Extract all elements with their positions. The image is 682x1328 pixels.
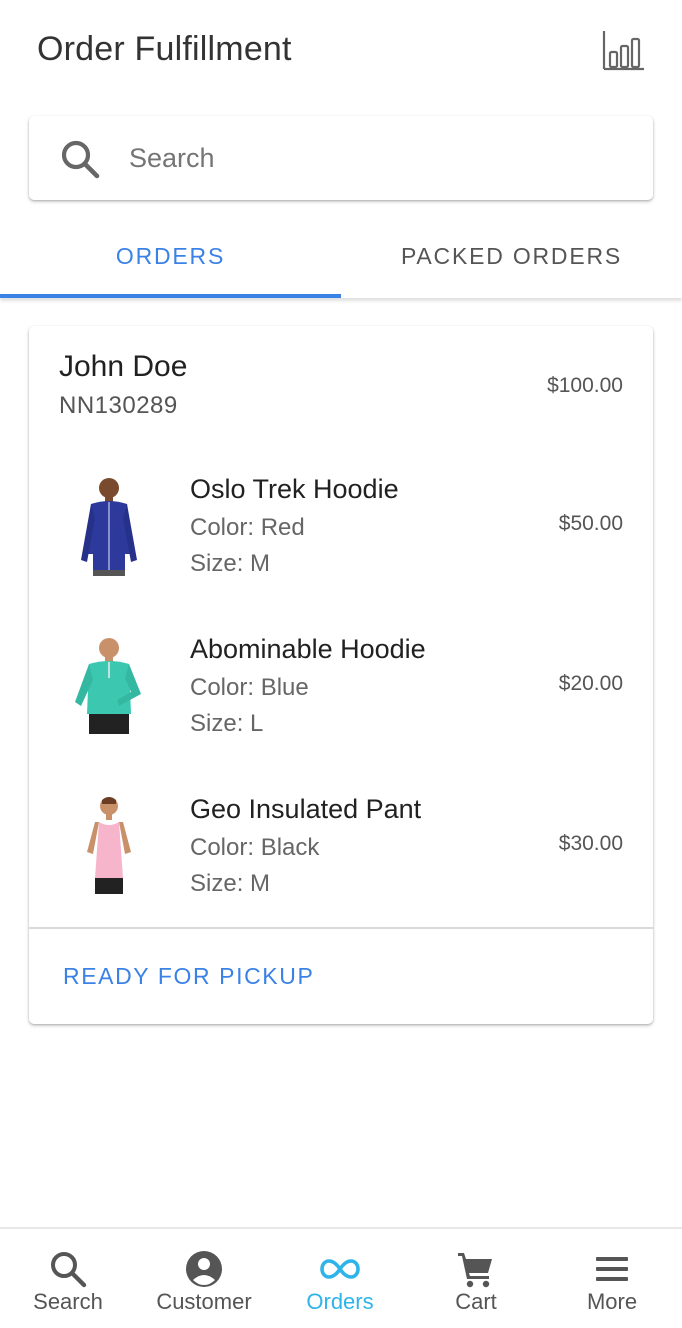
search-icon [51,1252,87,1288]
item-size: Size: L [190,710,264,737]
analytics-button[interactable] [600,28,646,74]
cart-icon [458,1253,492,1288]
item-size: Size: M [190,870,271,897]
item-size: Size: M [190,550,271,577]
item-color: Color: Black [190,834,320,861]
bottom-navigation: Search Customer Orders Cart More [0,1227,682,1328]
item-color: Color: Blue [190,674,309,701]
bar-chart-icon [602,31,644,71]
nav-label: Customer [156,1289,252,1314]
infinity-icon [320,1259,360,1279]
nav-label: Search [33,1289,103,1314]
order-item: Geo Insulated Pant Color: Black Size: M … [29,794,653,954]
search-input[interactable] [129,116,629,200]
account-circle-icon [186,1251,222,1287]
card-divider [29,927,653,929]
order-id: NN130289 [59,392,178,419]
item-name: Oslo Trek Hoodie [190,474,399,504]
nav-label: More [586,1289,638,1314]
nav-label: Orders [306,1289,374,1314]
nav-cart[interactable]: Cart [408,1229,544,1328]
product-thumbnail [87,797,131,894]
item-name: Geo Insulated Pant [190,794,422,824]
item-price: $30.00 [558,832,623,855]
nav-search[interactable]: Search [0,1229,136,1328]
item-name: Abominable Hoodie [190,634,426,664]
order-total: $100.00 [547,374,623,397]
active-tab-indicator [0,294,341,298]
menu-icon [596,1257,628,1281]
order-item: Abominable Hoodie Color: Blue Size: L $2… [29,634,653,794]
order-item: Oslo Trek Hoodie Color: Red Size: M $50.… [29,474,653,634]
page-title: Order Fulfillment [37,30,292,68]
product-thumbnail [75,638,141,734]
order-card: John Doe NN130289 $100.00 Oslo Trek Hood… [29,326,653,1024]
tab-bar: ORDERS PACKED ORDERS [0,214,682,298]
tab-packed-orders[interactable]: PACKED ORDERS [341,214,682,298]
nav-label: Cart [455,1289,497,1314]
nav-more[interactable]: More [544,1229,680,1328]
item-price: $50.00 [558,512,623,535]
product-thumbnail [81,478,137,576]
tab-orders[interactable]: ORDERS [0,214,341,298]
nav-orders[interactable]: Orders [272,1229,408,1328]
nav-customer[interactable]: Customer [136,1229,272,1328]
customer-name: John Doe [59,350,188,383]
search-bar[interactable] [29,116,653,200]
search-icon [61,140,100,179]
item-color: Color: Red [190,514,305,541]
app-header: Order Fulfillment [0,0,682,100]
item-price: $20.00 [558,672,623,695]
ready-for-pickup-button[interactable]: READY FOR PICKUP [49,946,328,1006]
